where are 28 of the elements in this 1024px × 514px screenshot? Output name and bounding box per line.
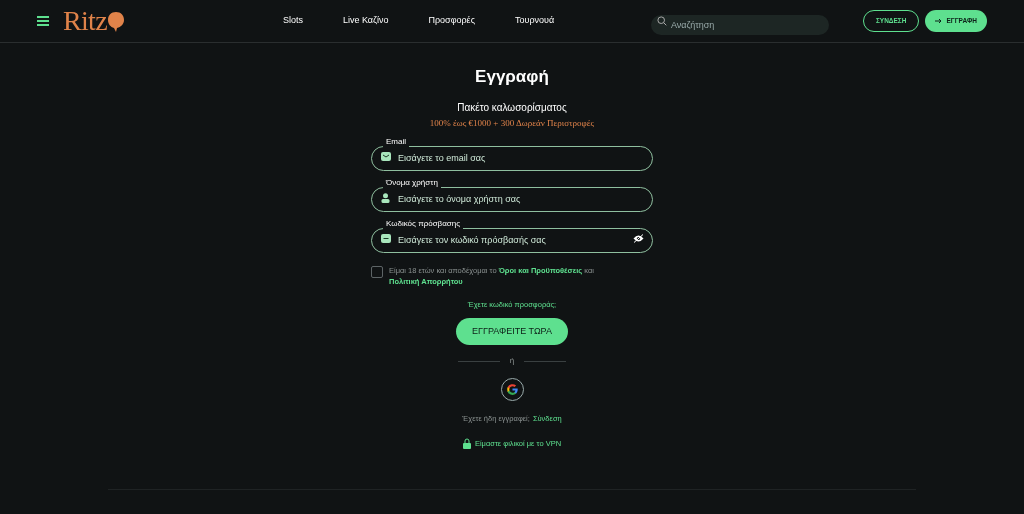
input-field[interactable]: Εισάγετε το όνομα χρήστη σας <box>371 186 653 212</box>
menu-icon[interactable] <box>37 16 49 26</box>
nav-link[interactable]: Live Καζίνο <box>342 14 389 28</box>
envelope-icon <box>381 152 391 161</box>
ghost-icon <box>106 11 125 33</box>
input-field[interactable]: Εισάγετε το email σας <box>371 145 653 171</box>
search-field[interactable]: Αναζήτηση <box>650 15 829 35</box>
arrow-icon <box>935 18 944 24</box>
nav-link[interactable]: Προσφορές <box>428 14 475 28</box>
logo-text: Ritz <box>63 7 107 35</box>
bonus-text: 100% έως €1000 + 300 Δωρεάν Περιστροφές <box>429 116 595 130</box>
field-label: Όνομα χρήστη <box>383 177 441 189</box>
submit-button[interactable]: ΕΓΓΡΑΦΕΙΤΕ ΤΩΡΑ <box>456 318 568 346</box>
google-icon <box>505 383 519 397</box>
subtitle: Πακέτο καλωσορίσματος <box>457 100 567 115</box>
field-label: Email <box>383 136 409 148</box>
lock-icon <box>462 437 471 449</box>
checkbox[interactable] <box>371 266 383 278</box>
eye-icon[interactable] <box>633 234 644 243</box>
field-label: Κωδικός πρόσβασης <box>383 218 464 230</box>
separator-text: ή <box>509 355 515 368</box>
page-title: Εγγραφή <box>475 66 549 88</box>
nav-link[interactable]: Τουρνουά <box>515 14 555 28</box>
nav-link[interactable]: Slots <box>282 14 303 28</box>
logo[interactable]: Ritz <box>63 7 125 35</box>
user-icon <box>381 193 390 203</box>
input-field[interactable]: Εισάγετε τον κωδικό πρόσβασής σας <box>371 227 653 253</box>
search-icon <box>656 16 667 26</box>
